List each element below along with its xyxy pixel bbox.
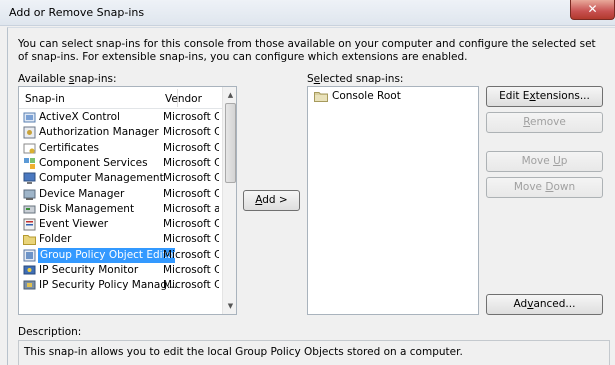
snapin-vendor: Microsoft Cor: [163, 279, 219, 292]
column-header-vendor[interactable]: Vendor: [165, 93, 202, 105]
snapin-name: Certificates: [39, 141, 100, 154]
console-root-label: Console Root: [332, 90, 401, 102]
snapin-row[interactable]: Component Services Microsoft Cor: [22, 156, 222, 171]
remove-button[interactable]: Remove: [486, 112, 603, 133]
snapin-vendor: Microsoft Cor: [163, 248, 219, 261]
snapin-name: Computer Management: [39, 172, 164, 185]
description-box: This snap-in allows you to edit the loca…: [18, 340, 610, 365]
folder-icon: [314, 92, 328, 102]
snapin-name: Folder: [39, 233, 72, 246]
snapin-name: Group Policy Object Editor: [38, 247, 175, 263]
list-header: Snap-in Vendor: [19, 87, 222, 109]
snapin-row[interactable]: Authorization Manager Microsoft Cor: [22, 125, 222, 140]
column-header-snapin[interactable]: Snap-in: [25, 93, 65, 105]
snapin-vendor: Microsoft Cor: [163, 111, 219, 123]
snapin-row[interactable]: Computer ManagementMicrosoft Cor: [22, 171, 222, 186]
group-policy-icon: [23, 249, 36, 262]
certificates-icon: [23, 143, 36, 154]
close-button[interactable]: ✕: [570, 0, 615, 20]
computer-management-icon: [23, 172, 36, 185]
snapin-vendor: Microsoft Cor: [163, 233, 219, 246]
snapin-vendor: Microsoft Cor: [163, 264, 219, 276]
snapin-vendor: Microsoft Cor: [163, 172, 219, 185]
scroll-thumb[interactable]: [225, 103, 236, 183]
snapin-vendor: Microsoft and: [163, 202, 219, 215]
snapin-name: Authorization Manager: [39, 126, 159, 139]
snapin-vendor: Microsoft Cor: [163, 218, 219, 231]
add-button[interactable]: Add >: [243, 190, 300, 211]
snapin-vendor: Microsoft Cor: [163, 126, 219, 139]
selected-snapins-label: Selected snap-ins:: [307, 73, 404, 85]
scroll-down-arrow-icon[interactable]: ▼: [223, 299, 236, 313]
selected-snapins-list[interactable]: Console Root: [307, 86, 479, 315]
snapin-row[interactable]: IP Security Monitor Microsoft Cor: [22, 263, 222, 278]
move-up-button[interactable]: Move Up: [486, 151, 603, 172]
snapin-name: Disk Management: [39, 202, 135, 215]
scroll-up-arrow-icon[interactable]: ▲: [223, 88, 236, 102]
device-manager-icon: [23, 189, 36, 200]
title-bar[interactable]: Add or Remove Snap-ins ✕: [0, 0, 615, 26]
snapin-row[interactable]: Device Manager Microsoft Cor: [22, 187, 222, 202]
snapin-row[interactable]: Event Viewer Microsoft Cor: [22, 217, 222, 232]
event-viewer-icon: [23, 218, 36, 231]
snapin-name: IP Security Policy Manag...: [39, 279, 176, 292]
ip-security-policy-icon: [23, 280, 36, 290]
authorization-icon: [23, 126, 36, 139]
description-text: This snap-in allows you to edit the loca…: [24, 346, 463, 358]
snapin-row[interactable]: Folder Microsoft Cor: [22, 232, 222, 247]
component-services-icon: [24, 157, 35, 169]
close-icon: ✕: [587, 2, 598, 16]
available-snapins-label: Available snap-ins:: [18, 73, 117, 85]
window-title: Add or Remove Snap-ins: [9, 6, 145, 19]
snapin-row[interactable]: Group Policy Object EditorMicrosoft Cor: [22, 247, 222, 263]
snapin-vendor: Microsoft Cor: [163, 141, 219, 154]
snapin-name: IP Security Monitor: [39, 264, 139, 276]
snapin-name: Event Viewer: [39, 218, 109, 231]
activex-icon: [23, 112, 36, 123]
vertical-scrollbar[interactable]: ▲ ▼: [222, 87, 236, 314]
snapin-name: Device Manager: [39, 187, 125, 200]
ip-security-monitor-icon: [23, 265, 36, 275]
description-label: Description:: [18, 326, 82, 338]
snapin-vendor: Microsoft Cor: [163, 187, 219, 200]
snapin-row[interactable]: Certificates Microsoft Cor: [22, 141, 222, 156]
snapin-name: ActiveX Control: [39, 111, 120, 123]
snapin-row[interactable]: Disk Management Microsoft and: [22, 202, 222, 217]
move-down-button[interactable]: Move Down: [486, 177, 603, 198]
disk-management-icon: [23, 205, 36, 214]
snapin-row[interactable]: ActiveX Control Microsoft Cor: [22, 110, 222, 125]
edit-extensions-button[interactable]: Edit Extensions...: [486, 86, 603, 107]
intro-text: You can select snap-ins for this console…: [18, 38, 596, 63]
available-snapins-list[interactable]: Snap-in Vendor ActiveX Control Microsoft …: [18, 86, 237, 315]
advanced-button[interactable]: Advanced...: [486, 294, 603, 315]
snapin-name: Component Services: [39, 156, 148, 169]
snapin-vendor: Microsoft Cor: [163, 156, 219, 169]
folder-icon: [23, 235, 36, 246]
snapin-row[interactable]: IP Security Policy Manag...Microsoft Cor: [22, 278, 222, 293]
